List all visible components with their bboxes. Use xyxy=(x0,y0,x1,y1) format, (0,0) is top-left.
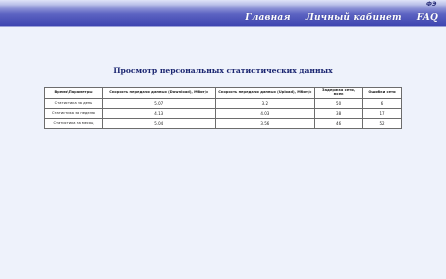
nav-link-account[interactable]: Личный кабинет xyxy=(306,13,402,23)
table-row: Статистика за неделю 4.13 4.03 38 17 xyxy=(44,108,402,119)
errors-cell: 17 xyxy=(362,108,402,119)
column-header-upload: Скорость передачи данных (Upload), Мбит/… xyxy=(214,87,316,99)
main-nav: Главная Личный кабинет FAQ xyxy=(245,13,438,23)
column-header-period: Время\Параметры xyxy=(44,87,103,99)
site-logo: ФЭ xyxy=(426,1,437,8)
row-label: Статистика за месяц xyxy=(44,118,103,129)
download-cell: 4.13 xyxy=(101,108,216,119)
errors-cell: 6 xyxy=(362,98,402,109)
row-label: Статистика за день xyxy=(44,98,103,109)
page-title: Просмотр персональных статистических дан… xyxy=(113,66,333,75)
upload-cell: 4.03 xyxy=(214,108,316,119)
latency-cell: 38 xyxy=(314,108,364,119)
column-header-latency: Задержка сети, мсек xyxy=(314,87,364,99)
download-cell: 5.04 xyxy=(101,118,216,129)
column-header-download: Скорость передачи данных (Download), Мби… xyxy=(101,87,216,99)
statistics-table: Время\Параметры Скорость передачи данных… xyxy=(44,87,402,129)
download-cell: 5.07 xyxy=(101,98,216,109)
errors-cell: 52 xyxy=(362,118,402,129)
table-row: Статистика за день 5.07 3.2 50 6 xyxy=(44,98,402,109)
nav-link-home[interactable]: Главная xyxy=(245,13,291,23)
column-header-errors: Ошибки сети xyxy=(362,87,402,99)
latency-cell: 50 xyxy=(314,98,364,109)
row-label: Статистика за неделю xyxy=(44,108,103,119)
upload-cell: 3.2 xyxy=(214,98,316,109)
latency-cell: 46 xyxy=(314,118,364,129)
nav-link-faq[interactable]: FAQ xyxy=(417,13,438,23)
table-row: Статистика за месяц 5.04 3.56 46 52 xyxy=(44,118,402,129)
upload-cell: 3.56 xyxy=(214,118,316,129)
top-navigation-bar: ФЭ Главная Личный кабинет FAQ xyxy=(0,0,446,27)
table-header-row: Время\Параметры Скорость передачи данных… xyxy=(44,87,402,99)
